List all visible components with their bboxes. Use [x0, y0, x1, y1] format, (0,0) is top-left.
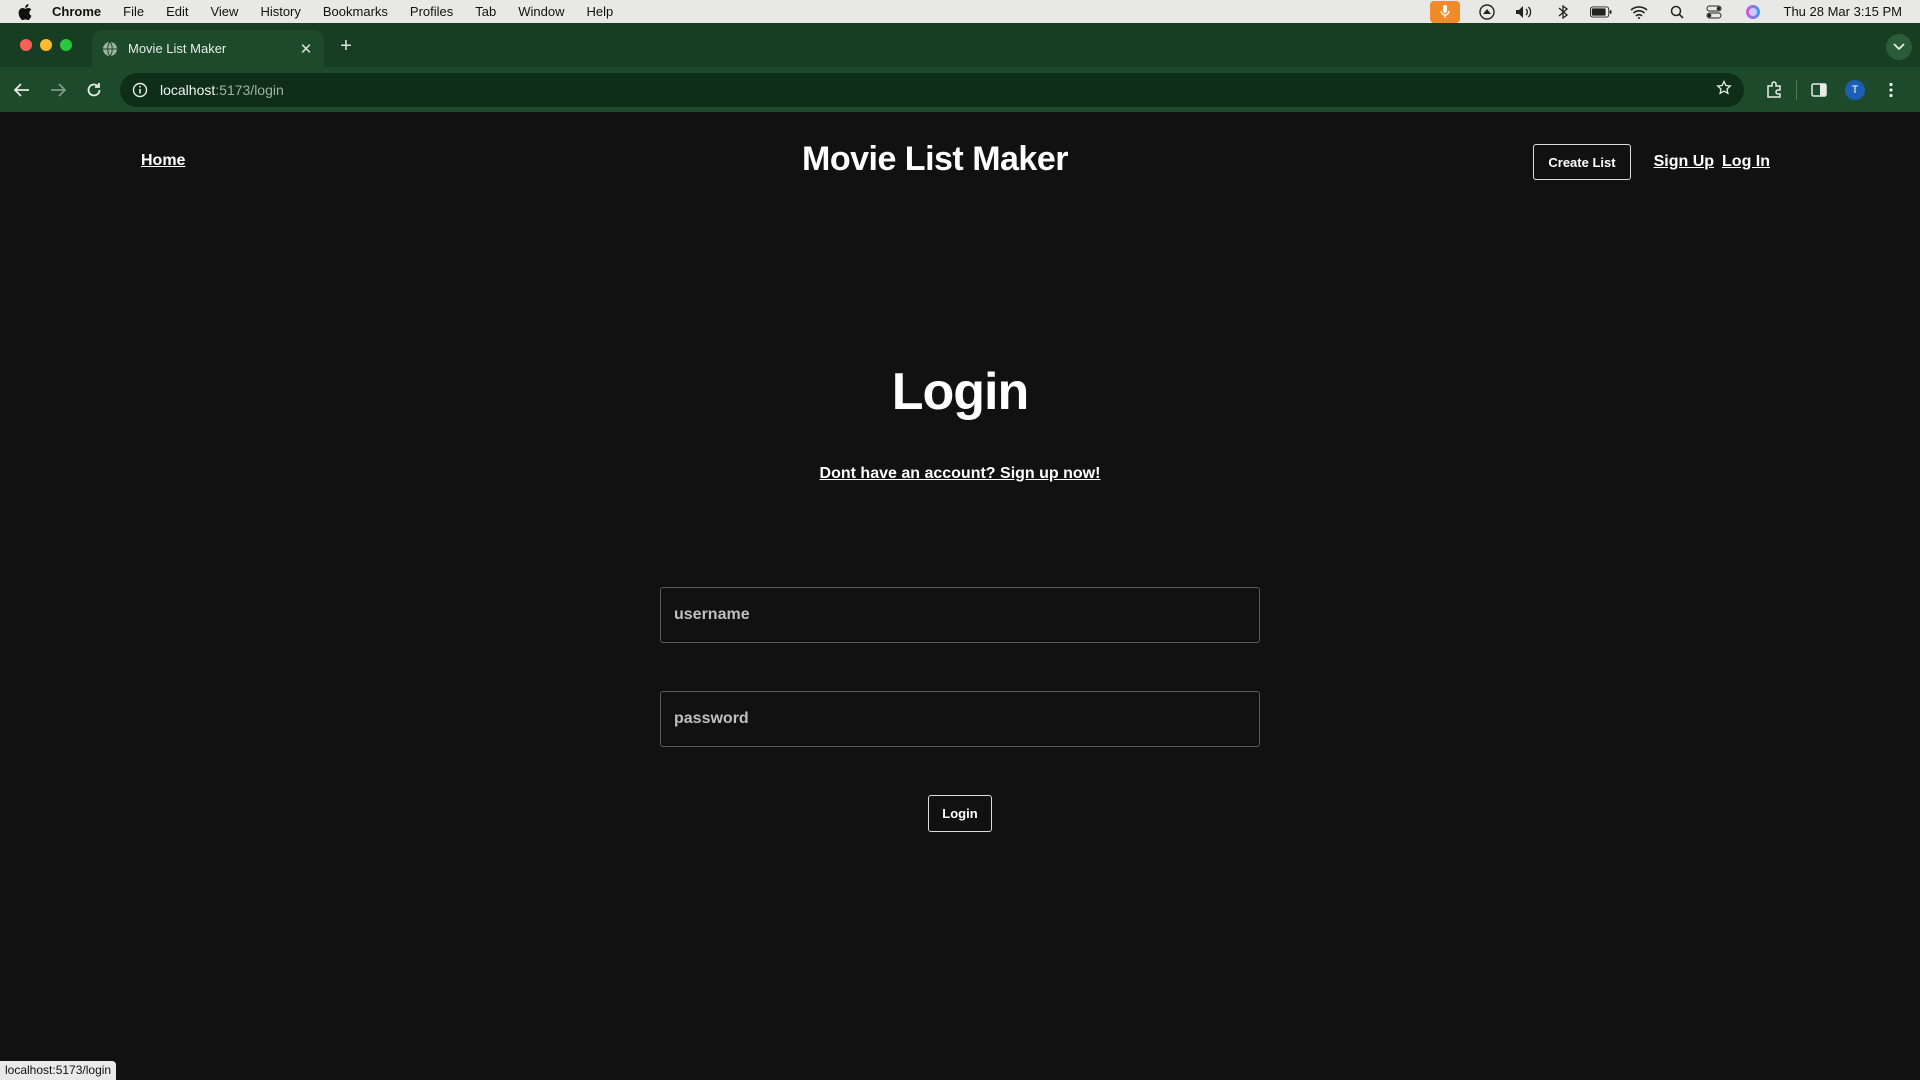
microphone-icon[interactable]	[1429, 0, 1460, 23]
url-host: localhost	[160, 81, 216, 98]
signup-prompt-link[interactable]: Dont have an account? Sign up now!	[0, 465, 1920, 483]
volume-icon[interactable]	[1514, 4, 1536, 20]
login-submit-button[interactable]: Login	[928, 795, 992, 832]
macos-menu-bar: Chrome File Edit View History Bookmarks …	[0, 0, 1920, 23]
forward-button[interactable]	[40, 72, 76, 108]
side-panel-icon[interactable]	[1801, 72, 1837, 108]
menu-profiles[interactable]: Profiles	[410, 4, 453, 19]
toolbar-separator	[1796, 79, 1797, 100]
chevron-down-icon	[1893, 43, 1905, 51]
url-path: :5173/login	[215, 81, 284, 98]
sign-up-link[interactable]: Sign Up	[1654, 153, 1714, 171]
window-controls	[20, 39, 72, 51]
password-input[interactable]	[660, 691, 1260, 747]
menu-clock[interactable]: Thu 28 Mar 3:15 PM	[1784, 4, 1903, 19]
zoom-window-button[interactable]	[60, 39, 72, 51]
menu-bookmarks[interactable]: Bookmarks	[323, 4, 388, 19]
search-icon[interactable]	[1666, 4, 1688, 20]
apple-logo-icon[interactable]	[18, 3, 38, 20]
menu-file[interactable]: File	[123, 4, 144, 19]
browser-toolbar: localhost:5173/login T	[0, 67, 1920, 112]
site-header: Home Movie List Maker Create List Sign U…	[0, 112, 1920, 212]
status-bar-url: localhost:5173/login	[0, 1061, 117, 1080]
bluetooth-icon[interactable]	[1552, 4, 1574, 20]
globe-icon	[102, 41, 118, 57]
vpn-icon[interactable]	[1476, 3, 1498, 20]
reload-icon	[87, 82, 101, 96]
back-button[interactable]	[4, 72, 40, 108]
browser-tab[interactable]: Movie List Maker ✕	[92, 30, 324, 67]
bookmark-star-icon[interactable]	[1716, 79, 1732, 99]
close-window-button[interactable]	[20, 39, 32, 51]
url-text[interactable]: localhost:5173/login	[160, 82, 1716, 98]
address-bar[interactable]: localhost:5173/login	[120, 72, 1744, 107]
browser-frame: Movie List Maker ✕ + localhost:5173/logi…	[0, 23, 1920, 112]
reload-button[interactable]	[76, 72, 112, 108]
page-title: Login	[891, 363, 1030, 421]
menu-app-name[interactable]: Chrome	[52, 4, 101, 19]
create-list-button[interactable]: Create List	[1533, 144, 1631, 180]
log-in-link[interactable]: Log In	[1722, 153, 1770, 171]
profile-button[interactable]: T	[1837, 72, 1873, 108]
site-info-icon[interactable]	[132, 82, 148, 98]
control-center-icon[interactable]	[1704, 4, 1726, 20]
siri-icon[interactable]	[1742, 4, 1764, 20]
menu-help[interactable]: Help	[587, 4, 614, 19]
menu-history[interactable]: History	[260, 4, 300, 19]
menu-edit[interactable]: Edit	[166, 4, 188, 19]
minimize-window-button[interactable]	[40, 39, 52, 51]
menu-window[interactable]: Window	[518, 4, 564, 19]
profile-avatar: T	[1845, 79, 1865, 100]
more-menu-icon[interactable]	[1873, 72, 1909, 108]
arrow-left-icon	[14, 82, 29, 97]
tab-search-button[interactable]	[1886, 34, 1912, 60]
tab-title: Movie List Maker	[128, 41, 227, 56]
close-tab-icon[interactable]: ✕	[298, 40, 314, 58]
menu-tab[interactable]: Tab	[475, 4, 496, 19]
username-input[interactable]	[660, 587, 1260, 643]
extensions-icon[interactable]	[1756, 72, 1792, 108]
arrow-right-icon	[51, 82, 66, 97]
header-actions: Create List Sign Up Log In	[1533, 144, 1770, 180]
battery-icon[interactable]	[1589, 4, 1612, 20]
web-page: Home Movie List Maker Create List Sign U…	[0, 112, 1920, 1080]
menu-view[interactable]: View	[210, 4, 238, 19]
new-tab-button[interactable]: +	[336, 35, 356, 58]
wifi-icon[interactable]	[1628, 4, 1650, 20]
